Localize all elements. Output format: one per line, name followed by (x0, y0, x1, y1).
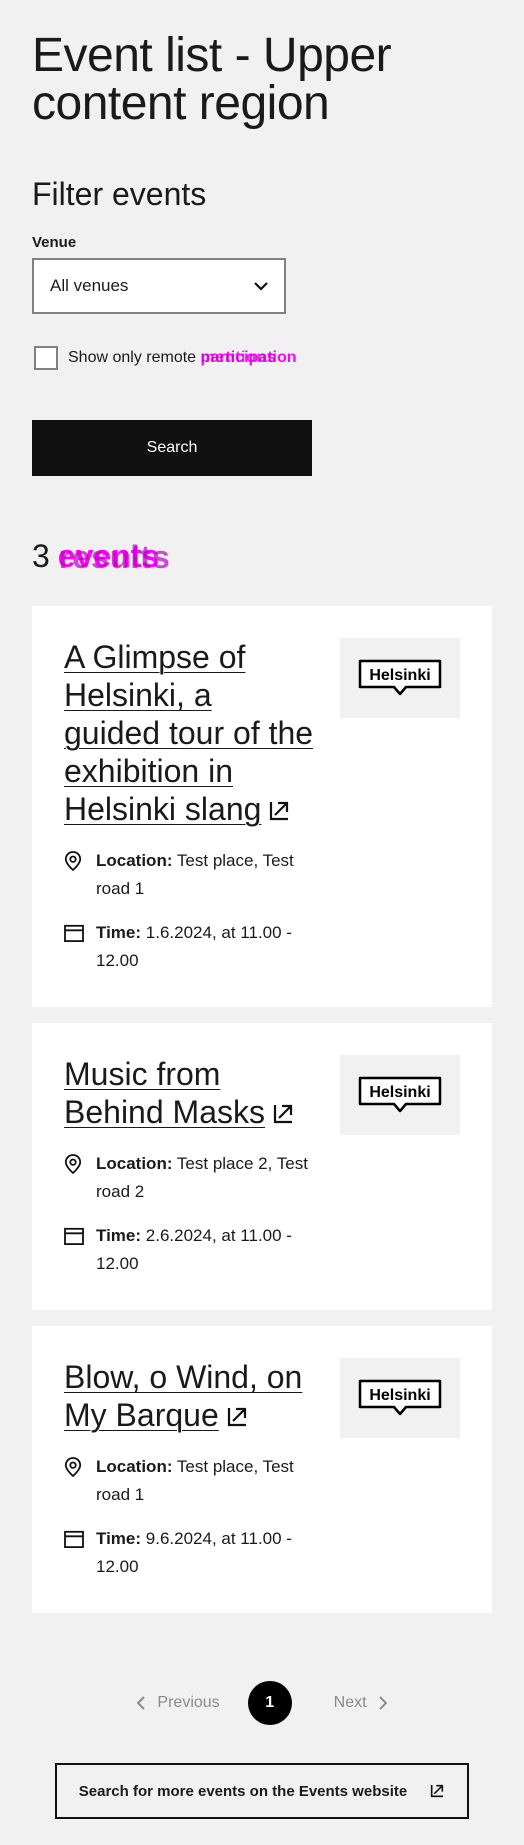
event-title-link[interactable]: Music from Behind Masks (64, 1055, 314, 1134)
external-link-icon (225, 1399, 249, 1437)
chevron-down-icon (254, 282, 268, 291)
calendar-icon (64, 919, 96, 975)
helsinki-logo: Helsinki (358, 1379, 442, 1417)
time-label: Time: (96, 1529, 142, 1548)
event-image: Helsinki (340, 1055, 460, 1135)
event-location: Location: Test place, Test road 1 (64, 847, 314, 903)
results-count-word: events results (57, 538, 171, 575)
location-label: Location: (96, 1457, 173, 1476)
time-label: Time: (96, 1226, 142, 1245)
event-location: Location: Test place 2, Test road 2 (64, 1150, 314, 1206)
results-count-ghost: results (58, 539, 171, 575)
external-link-icon (431, 1784, 444, 1798)
calendar-icon (64, 1525, 96, 1581)
filter-title: Filter events (32, 176, 207, 212)
external-link-icon (267, 793, 291, 831)
next-page-button[interactable]: Next (334, 1694, 387, 1712)
page-1-button[interactable]: 1 (247, 1681, 292, 1725)
remote-checkbox-ghost: mentions (200, 349, 277, 366)
remote-checkbox-word: participation mentions (200, 349, 297, 366)
event-time: Time: 9.6.2024, at 11.00 - 12.00 (64, 1525, 314, 1581)
event-time: Time: 1.6.2024, at 11.00 - 12.00 (64, 919, 314, 975)
event-list: A Glimpse of Helsinki, a guided tour of … (32, 606, 492, 1613)
pagination: Previous 1 Next (32, 1681, 492, 1725)
event-card: A Glimpse of Helsinki, a guided tour of … (32, 606, 492, 1007)
time-label: Time: (96, 923, 142, 942)
remote-filter: Show only remote participation mentions (32, 346, 492, 370)
venue-label: Venue (32, 234, 77, 251)
event-title-link[interactable]: A Glimpse of Helsinki, a guided tour of … (64, 638, 314, 831)
helsinki-logo: Helsinki (358, 659, 442, 697)
next-label: Next (333, 1694, 367, 1711)
chevron-right-icon (378, 1696, 387, 1710)
event-card: Blow, o Wind, on My Barque Location: Tes… (32, 1326, 492, 1613)
chevron-left-icon (137, 1696, 146, 1710)
location-label: Location: (96, 1154, 173, 1173)
remote-checkbox-label: Show only remote (68, 349, 197, 366)
location-pin-icon (64, 1150, 96, 1206)
venue-select-value: All venues (50, 276, 129, 295)
page-title: Event list - Upper content region (32, 29, 392, 130)
location-pin-icon (64, 1453, 96, 1509)
location-pin-icon (64, 847, 96, 903)
event-card: Music from Behind Masks Location: Test p… (32, 1023, 492, 1310)
external-link-icon (271, 1096, 295, 1134)
previous-page-button[interactable]: Previous (137, 1694, 220, 1712)
event-location: Location: Test place, Test road 1 (64, 1453, 314, 1509)
more-events-button[interactable]: Search for more events on the Events web… (55, 1763, 469, 1819)
location-label: Location: (96, 851, 173, 870)
helsinki-logo: Helsinki (358, 1076, 442, 1114)
previous-label: Previous (157, 1694, 220, 1711)
search-button[interactable]: Search (32, 420, 312, 476)
event-title-link[interactable]: Blow, o Wind, on My Barque (64, 1358, 314, 1437)
results-count: 3 events results (32, 538, 492, 575)
calendar-icon (64, 1222, 96, 1278)
event-image: Helsinki (340, 638, 460, 718)
more-events-label: Search for more events on the Events web… (78, 1782, 408, 1800)
remote-checkbox[interactable] (34, 346, 58, 370)
results-count-number: 3 (32, 538, 50, 574)
event-image: Helsinki (340, 1358, 460, 1438)
event-time: Time: 2.6.2024, at 11.00 - 12.00 (64, 1222, 314, 1278)
venue-select[interactable]: All venues (32, 258, 286, 314)
